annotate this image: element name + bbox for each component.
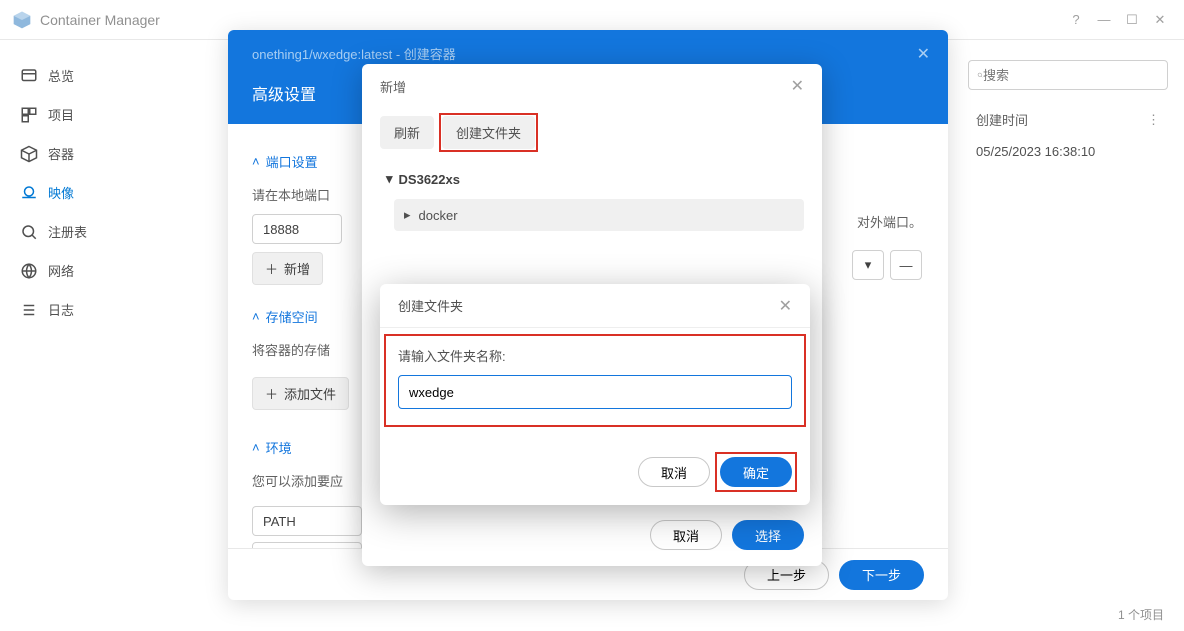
- search-box[interactable]: [968, 60, 1168, 90]
- folder-name-input[interactable]: [398, 375, 792, 409]
- create-cancel-button[interactable]: 取消: [638, 457, 710, 487]
- app-icon: [12, 10, 32, 30]
- modal-title: onething1/wxedge:latest - 创建容器: [252, 44, 924, 63]
- create-close-icon[interactable]: ✕: [779, 296, 792, 316]
- port-remove-button[interactable]: —: [890, 250, 922, 280]
- column-more-icon[interactable]: ⋮: [1147, 112, 1160, 128]
- sidebar-item-label: 项目: [48, 105, 74, 124]
- add-port-button[interactable]: ＋ 新增: [252, 252, 323, 285]
- close-button[interactable]: ✕: [1148, 8, 1172, 32]
- create-folder-button[interactable]: 创建文件夹: [442, 116, 535, 149]
- maximize-button[interactable]: ☐: [1120, 8, 1144, 32]
- overview-icon: [20, 67, 38, 85]
- help-button[interactable]: ?: [1064, 8, 1088, 32]
- chevron-up-icon: ˄: [252, 154, 260, 169]
- sidebar-item-label: 总览: [48, 66, 74, 85]
- sidebar-item-project[interactable]: 项目: [0, 95, 200, 134]
- create-title: 创建文件夹: [398, 296, 463, 315]
- folder-tree: ▾ DS3622xs ▸ docker: [362, 157, 822, 237]
- tree-root[interactable]: ▾ DS3622xs: [380, 163, 804, 195]
- project-icon: [20, 106, 38, 124]
- browse-title: 新增: [380, 77, 406, 96]
- sidebar-item-overview[interactable]: 总览: [0, 56, 200, 95]
- browse-select-button[interactable]: 选择: [732, 520, 804, 550]
- refresh-button[interactable]: 刷新: [380, 116, 434, 149]
- chevron-right-icon: ▸: [404, 207, 411, 223]
- create-ok-button[interactable]: 确定: [720, 457, 792, 487]
- sidebar-item-network[interactable]: 网络: [0, 251, 200, 290]
- port-dropdown-button[interactable]: ▾: [852, 250, 884, 280]
- sidebar-item-label: 容器: [48, 144, 74, 163]
- modal-close-icon[interactable]: ✕: [917, 44, 930, 64]
- column-header-created[interactable]: 创建时间 ⋮: [968, 104, 1168, 135]
- sidebar-item-label: 日志: [48, 300, 74, 319]
- container-icon: [20, 145, 38, 163]
- chevron-down-icon: ▾: [386, 171, 393, 187]
- next-button[interactable]: 下一步: [839, 560, 924, 590]
- browse-cancel-button[interactable]: 取消: [650, 520, 722, 550]
- network-icon: [20, 262, 38, 280]
- table-row[interactable]: 05/25/2023 16:38:10: [968, 134, 1168, 169]
- app-title: Container Manager: [40, 12, 1060, 28]
- sidebar-item-container[interactable]: 容器: [0, 134, 200, 173]
- sidebar-item-image[interactable]: 映像: [0, 173, 200, 212]
- item-count: 1 个项目: [1118, 606, 1164, 623]
- create-folder-modal: 创建文件夹 ✕ 请输入文件夹名称: 取消 确定: [380, 284, 810, 505]
- chevron-up-icon: ˄: [252, 309, 260, 324]
- env-path[interactable]: PATH: [252, 506, 362, 536]
- registry-icon: [20, 223, 38, 241]
- sidebar-item-label: 网络: [48, 261, 74, 280]
- chevron-up-icon: ˄: [252, 440, 260, 455]
- port-aux-text: 对外端口。: [857, 212, 922, 231]
- add-file-button[interactable]: ＋ 添加文件: [252, 377, 349, 410]
- sidebar-item-label: 映像: [48, 183, 74, 202]
- minimize-button[interactable]: —: [1092, 8, 1116, 32]
- image-icon: [20, 184, 38, 202]
- port-input[interactable]: 18888: [252, 214, 342, 244]
- search-input[interactable]: [983, 68, 1159, 83]
- create-prompt: 请输入文件夹名称:: [398, 346, 792, 365]
- sidebar-item-label: 注册表: [48, 222, 87, 241]
- sidebar-item-registry[interactable]: 注册表: [0, 212, 200, 251]
- log-icon: [20, 301, 38, 319]
- sidebar: 总览 项目 容器 映像 注册表 网络 日志: [0, 40, 200, 631]
- browse-close-icon[interactable]: ✕: [791, 76, 804, 96]
- sidebar-item-log[interactable]: 日志: [0, 290, 200, 329]
- tree-child-docker[interactable]: ▸ docker: [394, 199, 804, 231]
